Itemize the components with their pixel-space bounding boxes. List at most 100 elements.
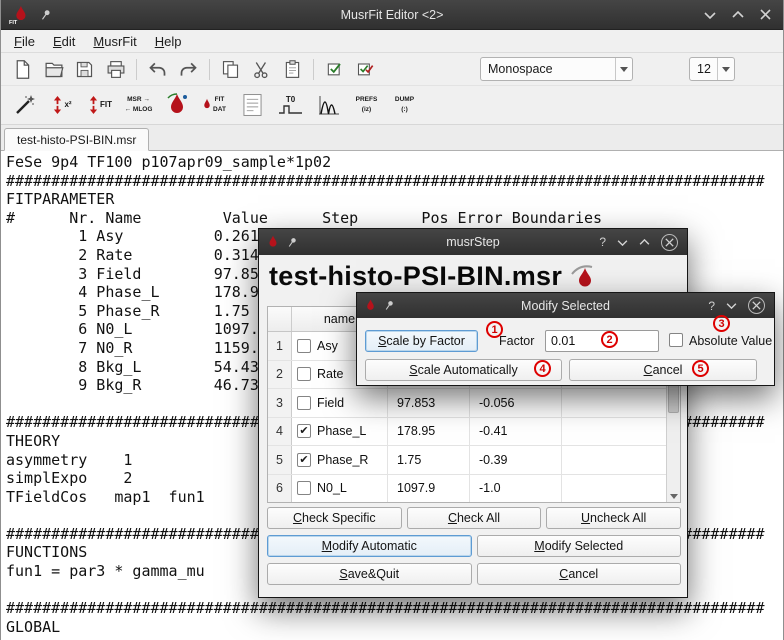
editor-line: GLOBAL xyxy=(6,618,783,637)
minimize-icon[interactable] xyxy=(617,239,628,246)
row-checkbox[interactable]: ✔ xyxy=(297,453,311,467)
annotation-1: 1 xyxy=(486,321,503,338)
print-icon[interactable] xyxy=(100,55,131,83)
font-family-select[interactable]: Monospace xyxy=(480,57,633,81)
param-value: 1.75 xyxy=(388,446,470,474)
param-value: 97.853 xyxy=(388,389,470,417)
check-single-icon[interactable] xyxy=(319,55,350,83)
param-name: N0_L xyxy=(317,481,347,495)
editor-line: ########################################… xyxy=(6,172,783,191)
annotation-4: 4 xyxy=(534,360,551,377)
copy-icon[interactable] xyxy=(215,55,246,83)
param-name: Phase_R xyxy=(317,453,368,467)
check-all-button[interactable]: Check All xyxy=(407,507,542,529)
pin-icon[interactable] xyxy=(286,236,298,249)
musrfit-logo-icon: FIT xyxy=(9,4,31,26)
factor-label: Factor xyxy=(499,334,534,348)
minimize-icon[interactable] xyxy=(726,302,737,309)
musrft-icon[interactable] xyxy=(313,89,344,122)
cancel-button[interactable]: Cancel xyxy=(569,359,757,381)
row-number: 5 xyxy=(268,446,292,474)
row-checkbox[interactable] xyxy=(297,339,311,353)
modify-selected-button[interactable]: Modify Selected xyxy=(477,535,682,557)
open-folder-icon[interactable] xyxy=(38,55,69,83)
paste-icon[interactable] xyxy=(277,55,308,83)
menu-file[interactable]: File xyxy=(5,32,44,51)
window-titlebar[interactable]: FIT MusrFit Editor <2> xyxy=(1,0,783,30)
tab-label: test-histo-PSI-BIN.msr xyxy=(17,133,136,147)
header-number xyxy=(268,307,292,331)
row-number: 4 xyxy=(268,418,292,446)
param-row: 5✔Phase_R1.75-0.39 xyxy=(268,446,666,475)
menubar: FileEditMusrFitHelp xyxy=(1,30,783,53)
musrt0-icon[interactable]: T0 xyxy=(275,89,306,122)
help-icon[interactable] xyxy=(708,299,715,313)
swap-msr-mlog-icon[interactable]: MSR →← MLOG xyxy=(123,89,154,122)
musrfit-drop-icon xyxy=(266,234,280,250)
row-number: 3 xyxy=(268,389,292,417)
close-icon[interactable] xyxy=(661,234,678,251)
maximize-icon[interactable] xyxy=(732,11,744,19)
musrfit-logo-icon xyxy=(568,262,598,292)
minimize-icon[interactable] xyxy=(704,11,716,19)
tab-test-histo-psi-bin[interactable]: test-histo-PSI-BIN.msr xyxy=(4,128,149,151)
param-value: 178.95 xyxy=(388,418,470,446)
scroll-down-icon[interactable] xyxy=(667,490,680,502)
fit-dat-icon[interactable]: FITDAT xyxy=(199,89,230,122)
check-double-icon[interactable] xyxy=(350,55,381,83)
musrdump-icon[interactable]: DUMP(:) xyxy=(389,89,420,122)
row-checkbox[interactable] xyxy=(297,367,311,381)
scale-by-factor-button[interactable]: Scale by Factor xyxy=(365,330,478,352)
report-icon[interactable] xyxy=(237,89,268,122)
pin-icon[interactable] xyxy=(383,299,395,312)
absolute-value-label: Absolute Value xyxy=(689,334,772,348)
musrwiz-icon[interactable] xyxy=(9,89,40,122)
close-icon[interactable] xyxy=(748,297,765,314)
menu-help[interactable]: Help xyxy=(146,32,191,51)
param-row: 3Field97.853-0.056 xyxy=(268,389,666,418)
editor-line: # Nr. Name Value Step Pos Error Boundari… xyxy=(6,209,783,228)
menu-edit[interactable]: Edit xyxy=(44,32,84,51)
toolbar-separator xyxy=(313,59,314,80)
calc-chisq-icon[interactable]: x² xyxy=(47,89,78,122)
cancel-button[interactable]: Cancel xyxy=(477,563,682,585)
check-specific-button[interactable]: Check Specific xyxy=(267,507,402,529)
absolute-value-checkbox[interactable] xyxy=(669,333,683,347)
cut-icon[interactable] xyxy=(246,55,277,83)
modify-titlebar[interactable]: Modify Selected xyxy=(357,293,774,318)
font-size-select[interactable]: 12 xyxy=(689,57,735,81)
musrstep-dialog: musrStep test-histo-PSI-BIN.msr name 1As… xyxy=(258,228,688,598)
musrstep-titlebar[interactable]: musrStep xyxy=(259,229,687,255)
undo-icon[interactable] xyxy=(142,55,173,83)
redo-icon[interactable] xyxy=(173,55,204,83)
editor-line: ########################################… xyxy=(6,599,783,618)
save-file-icon[interactable] xyxy=(69,55,100,83)
row-checkbox[interactable] xyxy=(297,481,311,495)
uncheck-all-button[interactable]: Uncheck All xyxy=(546,507,681,529)
menu-musrfit[interactable]: MusrFit xyxy=(84,32,145,51)
param-row: 6N0_L1097.9-1.0 xyxy=(268,475,666,503)
row-checkbox[interactable]: ✔ xyxy=(297,424,311,438)
row-number: 6 xyxy=(268,475,292,503)
row-checkbox[interactable] xyxy=(297,396,311,410)
modify-automatic-button[interactable]: Modify Automatic xyxy=(267,535,472,557)
tab-bar: test-histo-PSI-BIN.msr xyxy=(1,125,783,151)
scale-automatically-button[interactable]: Scale Automatically xyxy=(365,359,562,381)
param-name: Phase_L xyxy=(317,424,366,438)
maximize-icon[interactable] xyxy=(639,239,650,246)
toolbar-separator xyxy=(136,59,137,80)
musrview-icon[interactable] xyxy=(161,89,192,122)
musrprefs-icon[interactable]: PREFS(iz) xyxy=(351,89,382,122)
msr-filename-heading: test-histo-PSI-BIN.msr xyxy=(269,261,562,292)
row-number: 1 xyxy=(268,332,292,360)
annotation-5: 5 xyxy=(692,360,709,377)
chevron-down-icon xyxy=(717,58,734,80)
musrfit-icon[interactable]: FIT xyxy=(85,89,116,122)
new-document-icon[interactable] xyxy=(7,55,38,83)
close-icon[interactable] xyxy=(760,9,771,20)
save-quit-button[interactable]: Save&Quit xyxy=(267,563,472,585)
help-icon[interactable] xyxy=(599,235,606,249)
param-name: Asy xyxy=(317,339,338,353)
musrfit-drop-icon xyxy=(364,298,377,313)
pin-icon[interactable] xyxy=(39,8,52,22)
